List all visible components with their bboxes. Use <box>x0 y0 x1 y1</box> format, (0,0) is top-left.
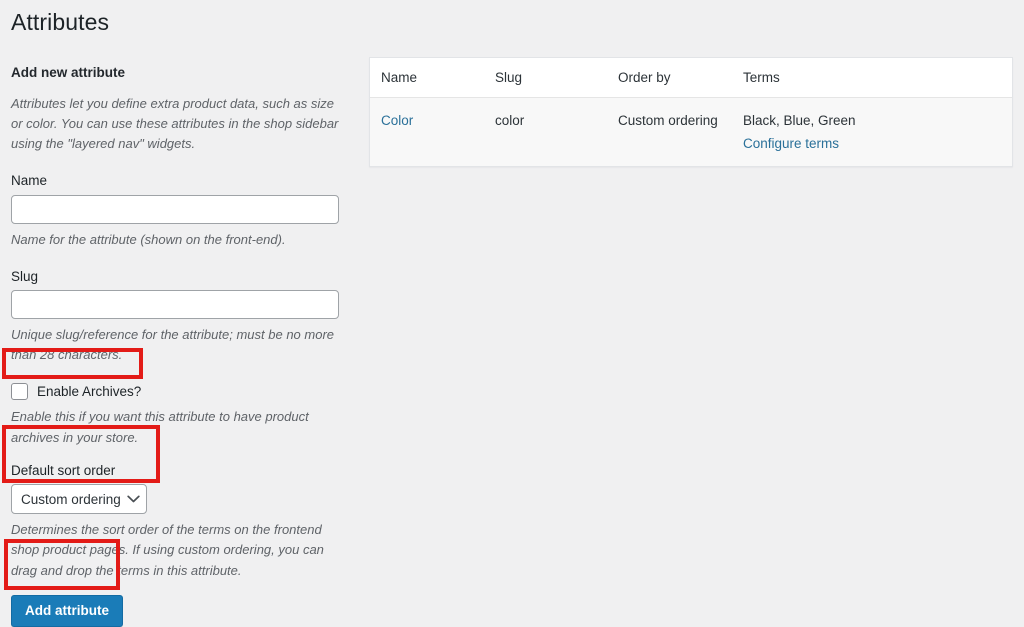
name-field-label: Name <box>11 172 48 188</box>
cell-order-by: Custom ordering <box>618 97 743 167</box>
default-sort-order-value: Custom ordering <box>21 491 121 507</box>
default-sort-order-select-wrap[interactable]: Custom ordering <box>11 484 147 515</box>
name-field-group: Name Name for the attribute (shown on th… <box>11 172 347 250</box>
cell-name: Color <box>370 97 495 167</box>
slug-field-label: Slug <box>11 268 39 284</box>
cell-terms: Black, Blue, Green Configure terms <box>743 97 1012 167</box>
enable-archives-group[interactable]: Enable Archives? <box>11 381 347 401</box>
default-sort-order-select[interactable]: Custom ordering <box>11 484 147 515</box>
add-attribute-button[interactable]: Add attribute <box>11 594 123 627</box>
configure-terms-link[interactable]: Configure terms <box>743 134 1002 154</box>
default-sort-order-description: Determines the sort order of the terms o… <box>11 522 324 578</box>
enable-archives-description: Enable this if you want this attribute t… <box>11 409 309 445</box>
slug-field-group: Slug Unique slug/reference for the attri… <box>11 268 347 366</box>
enable-archives-checkbox[interactable] <box>11 382 28 400</box>
add-new-attribute-form: Add new attribute Attributes let you def… <box>11 64 347 627</box>
default-sort-order-group: Default sort order Custom ordering Deter… <box>11 462 347 581</box>
slug-input[interactable] <box>11 290 339 320</box>
default-sort-order-label: Default sort order <box>11 462 116 478</box>
column-header-order-by: Order by <box>618 58 743 98</box>
name-input[interactable] <box>11 194 339 224</box>
column-header-name: Name <box>370 58 495 98</box>
table-header-row: Name Slug Order by Terms <box>370 58 1012 98</box>
terms-list: Black, Blue, Green <box>743 113 856 128</box>
slug-field-description: Unique slug/reference for the attribute;… <box>11 327 335 363</box>
page-title: Attributes <box>11 9 110 35</box>
cell-slug: color <box>495 97 618 167</box>
column-header-slug: Slug <box>495 58 618 98</box>
attribute-name-link[interactable]: Color <box>381 113 413 128</box>
attributes-table: Name Slug Order by Terms Color color Cus… <box>369 57 1013 168</box>
name-field-description: Name for the attribute (shown on the fro… <box>11 231 286 247</box>
add-new-attribute-description: Attributes let you define extra product … <box>11 95 339 151</box>
column-header-terms: Terms <box>743 58 1012 98</box>
table-row: Color color Custom ordering Black, Blue,… <box>370 97 1012 167</box>
enable-archives-label: Enable Archives? <box>37 383 142 399</box>
chevron-down-icon <box>127 495 140 503</box>
add-new-attribute-heading: Add new attribute <box>11 65 125 80</box>
